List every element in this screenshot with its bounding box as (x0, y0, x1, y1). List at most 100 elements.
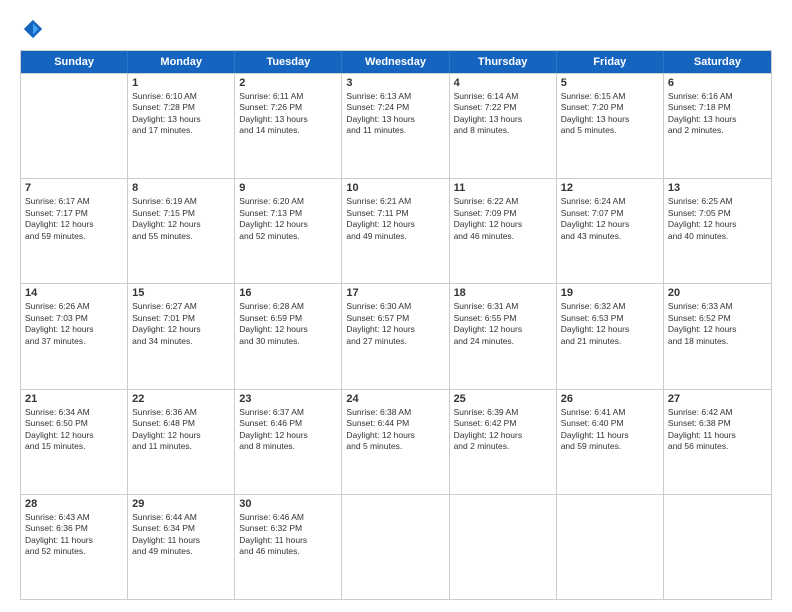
day-info: Sunrise: 6:34 AM Sunset: 6:50 PM Dayligh… (25, 407, 123, 453)
day-number: 23 (239, 393, 337, 405)
day-number: 14 (25, 287, 123, 299)
calendar-cell-30: 30 Sunrise: 6:46 AM Sunset: 6:32 PM Dayli… (235, 495, 342, 599)
day-info: Sunrise: 6:10 AM Sunset: 7:28 PM Dayligh… (132, 91, 230, 137)
calendar-cell-13: 13 Sunrise: 6:25 AM Sunset: 7:05 PM Dayli… (664, 179, 771, 283)
calendar-cell-4: 4Sunrise: 6:14 AM Sunset: 7:22 PM Daylig… (450, 74, 557, 178)
calendar-cell-29: 29 Sunrise: 6:44 AM Sunset: 6:34 PM Dayli… (128, 495, 235, 599)
day-number: 25 (454, 393, 552, 405)
day-number: 29 (132, 498, 230, 510)
day-number: 24 (346, 393, 444, 405)
day-info: Sunrise: 6:44 AM Sunset: 6:34 PM Dayligh… (132, 512, 230, 558)
calendar-cell-18: 18 Sunrise: 6:31 AM Sunset: 6:55 PM Dayli… (450, 284, 557, 388)
weekday-header-tuesday: Tuesday (235, 51, 342, 73)
calendar-cell-16: 16Sunrise: 6:28 AM Sunset: 6:59 PM Dayli… (235, 284, 342, 388)
day-number: 1 (132, 77, 230, 89)
day-number: 16 (239, 287, 337, 299)
day-info: Sunrise: 6:15 AM Sunset: 7:20 PM Dayligh… (561, 91, 659, 137)
calendar-cell-26: 26 Sunrise: 6:41 AM Sunset: 6:40 PM Dayli… (557, 390, 664, 494)
day-info: Sunrise: 6:46 AM Sunset: 6:32 PM Dayligh… (239, 512, 337, 558)
calendar-cell-28: 28 Sunrise: 6:43 AM Sunset: 6:36 PM Dayli… (21, 495, 128, 599)
calendar-cell-17: 17 Sunrise: 6:30 AM Sunset: 6:57 PM Dayli… (342, 284, 449, 388)
day-number: 13 (668, 182, 767, 194)
weekday-header-thursday: Thursday (450, 51, 557, 73)
day-info: Sunrise: 6:30 AM Sunset: 6:57 PM Dayligh… (346, 301, 444, 347)
calendar-cell-9: 9 Sunrise: 6:20 AM Sunset: 7:13 PM Daylig… (235, 179, 342, 283)
day-number: 6 (668, 77, 767, 89)
day-number: 17 (346, 287, 444, 299)
day-number: 10 (346, 182, 444, 194)
calendar-cell-8: 8 Sunrise: 6:19 AM Sunset: 7:15 PM Daylig… (128, 179, 235, 283)
calendar-cell-5: 5Sunrise: 6:15 AM Sunset: 7:20 PM Daylig… (557, 74, 664, 178)
calendar-cell-empty-6 (664, 495, 771, 599)
calendar-cell-27: 27Sunrise: 6:42 AM Sunset: 6:38 PM Dayli… (664, 390, 771, 494)
day-number: 15 (132, 287, 230, 299)
day-number: 22 (132, 393, 230, 405)
calendar-cell-21: 21 Sunrise: 6:34 AM Sunset: 6:50 PM Dayli… (21, 390, 128, 494)
header (20, 18, 772, 40)
day-info: Sunrise: 6:39 AM Sunset: 6:42 PM Dayligh… (454, 407, 552, 453)
day-info: Sunrise: 6:27 AM Sunset: 7:01 PM Dayligh… (132, 301, 230, 347)
calendar-row-3: 14 Sunrise: 6:26 AM Sunset: 7:03 PM Dayli… (21, 283, 771, 388)
day-number: 26 (561, 393, 659, 405)
day-info: Sunrise: 6:24 AM Sunset: 7:07 PM Dayligh… (561, 196, 659, 242)
day-info: Sunrise: 6:17 AM Sunset: 7:17 PM Dayligh… (25, 196, 123, 242)
calendar-cell-11: 11Sunrise: 6:22 AM Sunset: 7:09 PM Dayli… (450, 179, 557, 283)
calendar-cell-23: 23 Sunrise: 6:37 AM Sunset: 6:46 PM Dayli… (235, 390, 342, 494)
calendar-cell-1: 1 Sunrise: 6:10 AM Sunset: 7:28 PM Daylig… (128, 74, 235, 178)
calendar-cell-6: 6 Sunrise: 6:16 AM Sunset: 7:18 PM Daylig… (664, 74, 771, 178)
day-number: 18 (454, 287, 552, 299)
day-info: Sunrise: 6:43 AM Sunset: 6:36 PM Dayligh… (25, 512, 123, 558)
weekday-header-saturday: Saturday (664, 51, 771, 73)
day-info: Sunrise: 6:36 AM Sunset: 6:48 PM Dayligh… (132, 407, 230, 453)
calendar-cell-2: 2 Sunrise: 6:11 AM Sunset: 7:26 PM Daylig… (235, 74, 342, 178)
calendar-cell-empty-5 (557, 495, 664, 599)
day-info: Sunrise: 6:22 AM Sunset: 7:09 PM Dayligh… (454, 196, 552, 242)
day-info: Sunrise: 6:21 AM Sunset: 7:11 PM Dayligh… (346, 196, 444, 242)
calendar-row-4: 21 Sunrise: 6:34 AM Sunset: 6:50 PM Dayli… (21, 389, 771, 494)
day-info: Sunrise: 6:38 AM Sunset: 6:44 PM Dayligh… (346, 407, 444, 453)
day-info: Sunrise: 6:13 AM Sunset: 7:24 PM Dayligh… (346, 91, 444, 137)
day-info: Sunrise: 6:11 AM Sunset: 7:26 PM Dayligh… (239, 91, 337, 137)
day-number: 7 (25, 182, 123, 194)
weekday-header-monday: Monday (128, 51, 235, 73)
day-info: Sunrise: 6:19 AM Sunset: 7:15 PM Dayligh… (132, 196, 230, 242)
day-number: 8 (132, 182, 230, 194)
day-number: 20 (668, 287, 767, 299)
weekday-header-friday: Friday (557, 51, 664, 73)
calendar-row-2: 7 Sunrise: 6:17 AM Sunset: 7:17 PM Daylig… (21, 178, 771, 283)
calendar-cell-7: 7 Sunrise: 6:17 AM Sunset: 7:17 PM Daylig… (21, 179, 128, 283)
calendar-cell-25: 25 Sunrise: 6:39 AM Sunset: 6:42 PM Dayli… (450, 390, 557, 494)
day-info: Sunrise: 6:37 AM Sunset: 6:46 PM Dayligh… (239, 407, 337, 453)
day-info: Sunrise: 6:25 AM Sunset: 7:05 PM Dayligh… (668, 196, 767, 242)
weekday-header-sunday: Sunday (21, 51, 128, 73)
calendar-row-1: 1 Sunrise: 6:10 AM Sunset: 7:28 PM Daylig… (21, 73, 771, 178)
day-number: 3 (346, 77, 444, 89)
calendar-cell-15: 15 Sunrise: 6:27 AM Sunset: 7:01 PM Dayli… (128, 284, 235, 388)
day-info: Sunrise: 6:26 AM Sunset: 7:03 PM Dayligh… (25, 301, 123, 347)
calendar-cell-24: 24 Sunrise: 6:38 AM Sunset: 6:44 PM Dayli… (342, 390, 449, 494)
day-info: Sunrise: 6:31 AM Sunset: 6:55 PM Dayligh… (454, 301, 552, 347)
calendar-cell-empty-3 (342, 495, 449, 599)
day-number: 9 (239, 182, 337, 194)
page: SundayMondayTuesdayWednesdayThursdayFrid… (0, 0, 792, 612)
day-number: 28 (25, 498, 123, 510)
day-info: Sunrise: 6:41 AM Sunset: 6:40 PM Dayligh… (561, 407, 659, 453)
day-number: 30 (239, 498, 337, 510)
weekday-header-wednesday: Wednesday (342, 51, 449, 73)
day-number: 2 (239, 77, 337, 89)
calendar-cell-22: 22 Sunrise: 6:36 AM Sunset: 6:48 PM Dayli… (128, 390, 235, 494)
calendar-body: 1 Sunrise: 6:10 AM Sunset: 7:28 PM Daylig… (21, 73, 771, 599)
day-number: 12 (561, 182, 659, 194)
calendar: SundayMondayTuesdayWednesdayThursdayFrid… (20, 50, 772, 600)
calendar-cell-20: 20Sunrise: 6:33 AM Sunset: 6:52 PM Dayli… (664, 284, 771, 388)
calendar-cell-14: 14 Sunrise: 6:26 AM Sunset: 7:03 PM Dayli… (21, 284, 128, 388)
calendar-cell-empty-0 (21, 74, 128, 178)
day-info: Sunrise: 6:16 AM Sunset: 7:18 PM Dayligh… (668, 91, 767, 137)
logo (20, 18, 44, 40)
day-number: 19 (561, 287, 659, 299)
calendar-cell-19: 19Sunrise: 6:32 AM Sunset: 6:53 PM Dayli… (557, 284, 664, 388)
day-number: 4 (454, 77, 552, 89)
calendar-cell-12: 12 Sunrise: 6:24 AM Sunset: 7:07 PM Dayli… (557, 179, 664, 283)
day-number: 21 (25, 393, 123, 405)
day-info: Sunrise: 6:20 AM Sunset: 7:13 PM Dayligh… (239, 196, 337, 242)
